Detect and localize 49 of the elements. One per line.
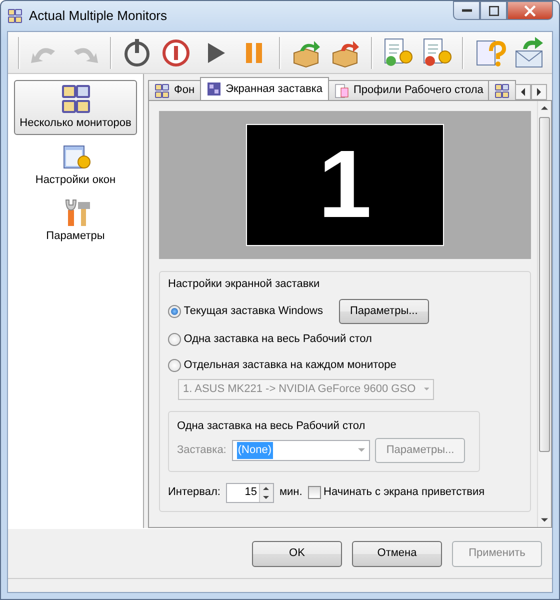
dialog-button[interactable]: OK [252, 540, 342, 566]
up-arrow-icon [263, 486, 270, 490]
tab[interactable] [488, 80, 516, 100]
radio-button[interactable] [168, 359, 181, 372]
close-icon [524, 4, 536, 16]
maximize-icon [488, 6, 498, 16]
tab[interactable]: Профили Рабочего стола [328, 80, 490, 100]
sidebar-item[interactable]: Несколько мониторов [14, 80, 137, 134]
dropdown-arrow-icon [424, 387, 429, 391]
sidebar-item[interactable]: Настройки окон [14, 136, 137, 191]
envelope-arrow-icon [512, 36, 545, 68]
down-arrow-icon [263, 496, 270, 498]
radio-button[interactable] [168, 305, 181, 318]
radio-button[interactable] [168, 333, 181, 346]
app-icon [7, 8, 23, 24]
monitor-preview: 1 [246, 124, 444, 246]
minimize-button[interactable] [453, 1, 480, 20]
window-title: Actual Multiple Monitors [29, 7, 167, 26]
radio-label: Отдельная заставка на каждом мониторе [184, 358, 396, 374]
unit-label: мин. [279, 485, 302, 500]
radio-label: Одна заставка на весь Рабочий стол [184, 332, 372, 348]
up-arrow-icon [541, 106, 548, 110]
radio-label: Текущая заставка Windows [184, 304, 323, 320]
sidebar-item[interactable]: Параметры [14, 193, 137, 248]
close-button[interactable] [507, 1, 553, 20]
down-arrow-icon [541, 518, 548, 522]
tab-scroll-left-button[interactable] [515, 84, 532, 100]
vertical-scrollbar[interactable] [537, 101, 551, 527]
checkbox-label: Начинать с экрана приветствия [324, 485, 485, 500]
monitors-grid-icon [154, 82, 170, 98]
minimize-icon [462, 9, 472, 12]
interval-spinner[interactable]: 15 [226, 482, 274, 502]
right-arrow-icon [537, 88, 542, 96]
left-arrow-icon [521, 88, 526, 96]
screen-icon [206, 81, 222, 97]
tab-scroll-right-button[interactable] [531, 84, 548, 100]
dialog-button[interactable]: Отмена [352, 540, 442, 566]
interval-label: Интервал: [168, 485, 220, 500]
checkbox[interactable] [308, 486, 321, 499]
tab[interactable]: Экранная заставка [200, 77, 329, 100]
screensaver-label: Заставка: [177, 443, 226, 458]
maximize-button[interactable] [480, 1, 507, 20]
monitors-grid-icon [60, 83, 92, 115]
tab[interactable]: Фон [148, 80, 201, 100]
stop-circle-icon [160, 36, 192, 68]
monitors-grid-icon [494, 82, 510, 98]
document-icon [334, 82, 350, 98]
settings-button[interactable]: Параметры... [338, 299, 429, 324]
dropdown-arrow-icon [358, 448, 365, 452]
